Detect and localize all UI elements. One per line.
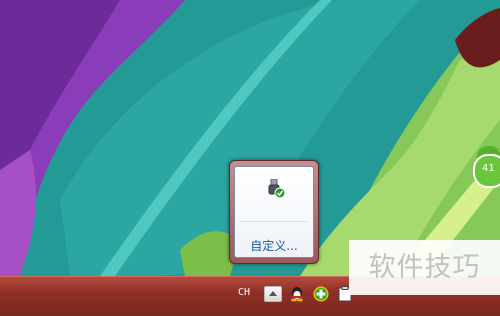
watermark: 软件技巧 — [349, 240, 500, 295]
popup-divider — [241, 221, 307, 222]
badge-text: 41 — [482, 163, 495, 174]
desktop-widget[interactable]: 41 — [473, 146, 500, 188]
customize-link[interactable]: 自定义... — [235, 237, 313, 254]
usb-device-icon[interactable] — [267, 178, 286, 199]
language-indicator[interactable]: CH — [238, 287, 250, 298]
tray-overflow-panel: 自定义... — [234, 166, 314, 258]
chevron-up-icon — [269, 291, 277, 296]
hidden-icons-area — [235, 167, 313, 215]
show-hidden-icons-button[interactable] — [264, 286, 282, 302]
green-plus-icon[interactable] — [313, 286, 329, 302]
qq-icon[interactable] — [289, 286, 305, 302]
tray-overflow-popup: 自定义... — [229, 160, 319, 264]
